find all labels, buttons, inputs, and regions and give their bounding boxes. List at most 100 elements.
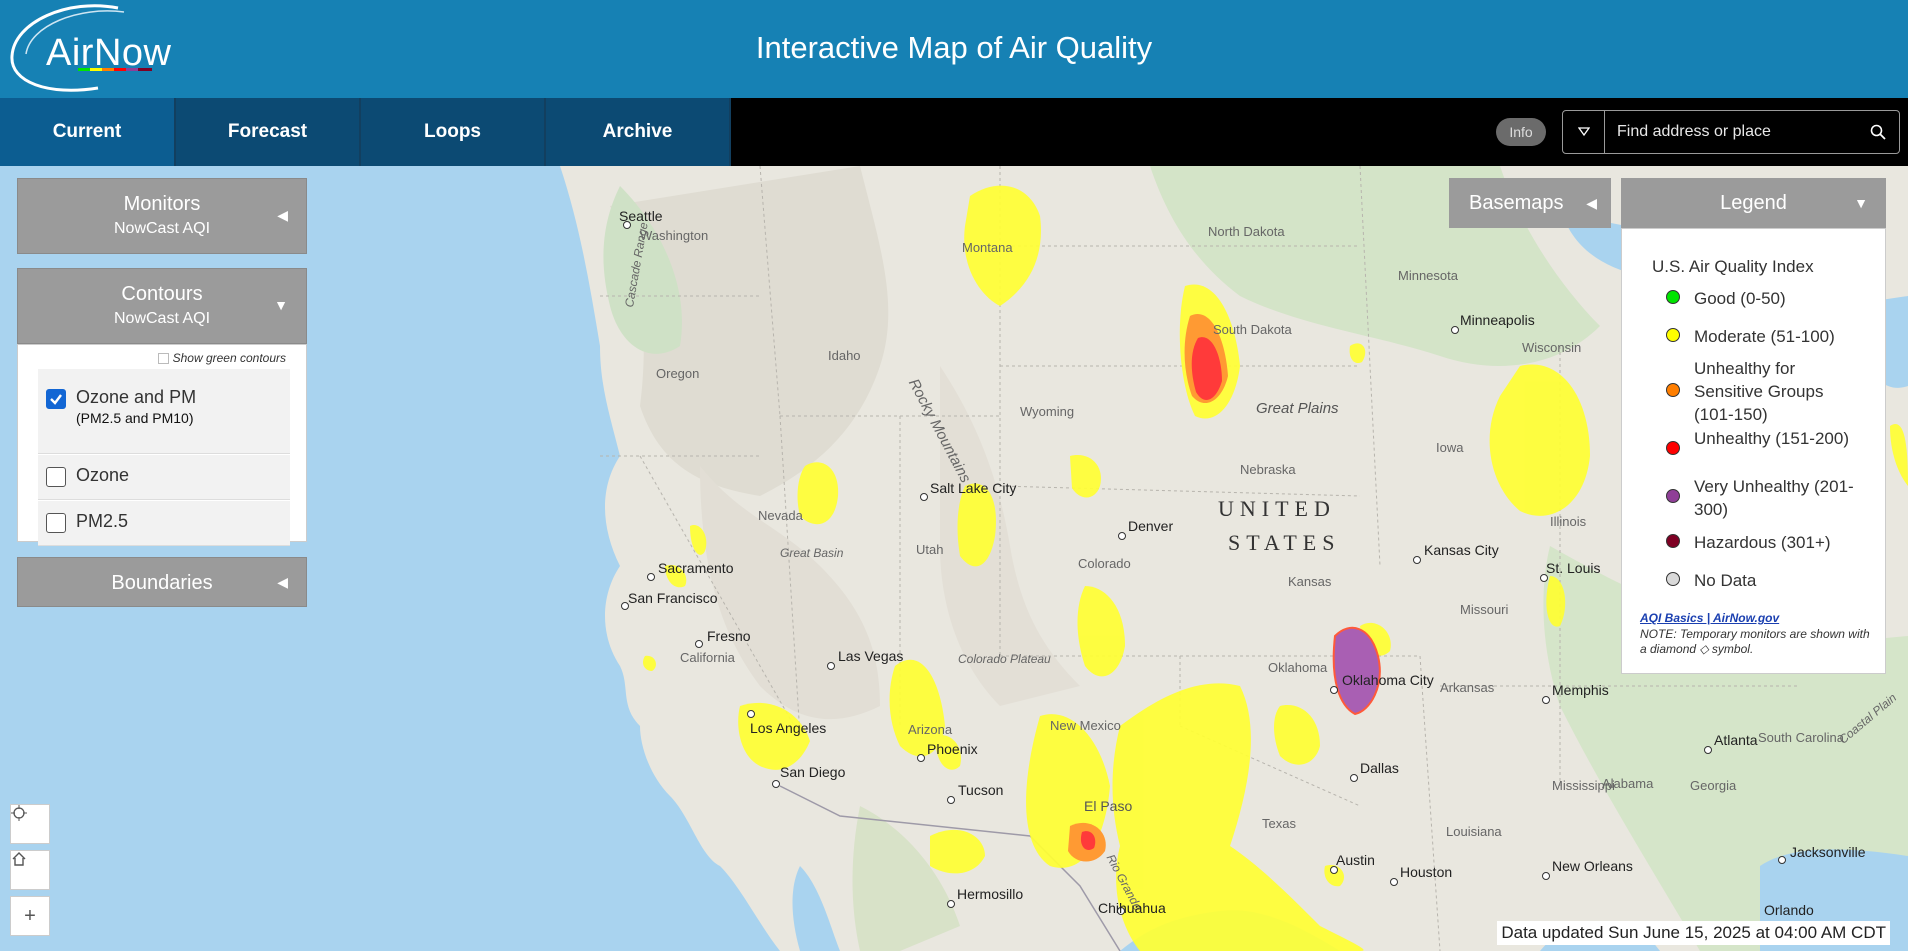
- state-label: New Mexico: [1050, 718, 1121, 733]
- tab-archive[interactable]: Archive: [546, 98, 731, 166]
- legend-swatch: [1666, 534, 1680, 548]
- feature-label: Great Plains: [1256, 400, 1339, 417]
- option-label: Ozone: [76, 465, 130, 485]
- option-label: Ozone and PM: [76, 387, 197, 407]
- triangle-left-icon: ◀: [277, 574, 288, 590]
- city-marker: [827, 662, 835, 670]
- city-label: Dallas: [1360, 760, 1399, 776]
- legend-swatch: [1666, 383, 1680, 397]
- legend-swatch: [1666, 489, 1680, 503]
- country-label-united: UNITED: [1218, 496, 1336, 521]
- locate-button[interactable]: [10, 804, 50, 844]
- option-pm25[interactable]: PM2.5: [38, 501, 290, 546]
- city-label: Los Angeles: [750, 720, 827, 736]
- city-marker: [1413, 556, 1421, 564]
- legend-item-moderate: Moderate (51-100): [1666, 325, 1854, 348]
- show-green-contours-option[interactable]: Show green contours: [157, 351, 286, 365]
- city-label: El Paso: [1084, 798, 1133, 814]
- state-label: Minnesota: [1398, 268, 1458, 283]
- legend-swatch: [1666, 441, 1680, 455]
- ozone-checkbox[interactable]: [46, 467, 66, 487]
- option-sublabel: (PM2.5 and PM10): [76, 410, 194, 426]
- triangle-down-icon: ▼: [274, 297, 288, 313]
- city-label: Phoenix: [927, 741, 978, 757]
- legend-note: NOTE: Temporary monitors are shown with …: [1640, 627, 1870, 656]
- state-label: Kansas: [1288, 574, 1332, 589]
- search-icon: [1870, 124, 1886, 140]
- city-label: Sacramento: [658, 560, 734, 576]
- city-marker: [1118, 532, 1126, 540]
- state-label: Wyoming: [1020, 404, 1075, 419]
- option-ozone[interactable]: Ozone: [38, 455, 290, 500]
- city-marker: [1350, 774, 1358, 782]
- city-marker: [1542, 696, 1550, 704]
- city-label: Tucson: [958, 782, 1004, 798]
- boundaries-title: Boundaries: [111, 572, 213, 594]
- city-marker: [1778, 856, 1786, 864]
- legend-item-hazardous: Hazardous (301+): [1666, 531, 1854, 554]
- state-label: Montana: [962, 240, 1013, 255]
- zoom-in-button[interactable]: +: [10, 896, 50, 936]
- aqi-basics-link[interactable]: AQI Basics | AirNow.gov: [1640, 611, 1779, 625]
- city-label: Denver: [1128, 518, 1174, 534]
- state-label: Arizona: [908, 722, 953, 737]
- state-label: Colorado: [1078, 556, 1131, 571]
- legend-head-label: Legend: [1720, 191, 1787, 214]
- show-green-checkbox[interactable]: [157, 352, 169, 364]
- state-label: California: [680, 650, 735, 665]
- caret-down-icon: [1577, 127, 1590, 137]
- city-label: Houston: [1400, 864, 1453, 880]
- city-label: New Orleans: [1552, 858, 1633, 874]
- city-label: Hermosillo: [957, 886, 1024, 902]
- monitors-title: Monitors: [123, 193, 201, 215]
- city-label: Las Vegas: [838, 648, 904, 664]
- city-label: Memphis: [1552, 682, 1609, 698]
- tab-forecast[interactable]: Forecast: [176, 98, 361, 166]
- tab-loops[interactable]: Loops: [361, 98, 546, 166]
- contours-panel-header[interactable]: Contours NowCast AQI ▼: [17, 268, 307, 344]
- basemaps-panel-header[interactable]: Basemaps ◀: [1449, 178, 1611, 228]
- city-label: Fresno: [707, 628, 751, 644]
- info-button[interactable]: Info: [1496, 118, 1546, 146]
- state-label: Nevada: [758, 508, 803, 523]
- monitors-panel-header[interactable]: Monitors NowCast AQI ◀: [17, 178, 307, 254]
- page-title: Interactive Map of Air Quality: [755, 30, 1153, 65]
- search-source-dropdown[interactable]: [1563, 111, 1605, 153]
- state-label: North Dakota: [1208, 224, 1285, 239]
- search-button[interactable]: [1857, 111, 1899, 153]
- city-label: Salt Lake City: [930, 480, 1017, 496]
- legend-panel-header[interactable]: Legend ▼: [1621, 178, 1886, 228]
- contours-panel-body: Show green contours Ozone and PM (PM2.5 …: [17, 344, 307, 546]
- header-bar: AirNow Interactive Map of Air Quality: [0, 0, 1908, 98]
- contours-title: Contours: [121, 283, 203, 305]
- state-label: Wisconsin: [1522, 340, 1582, 355]
- state-label: Texas: [1262, 816, 1296, 831]
- city-marker: [1451, 326, 1459, 334]
- legend-label: No Data: [1694, 571, 1757, 590]
- search-box: [1562, 110, 1900, 154]
- state-label: South Dakota: [1213, 322, 1292, 337]
- city-marker: [1390, 878, 1398, 886]
- boundaries-panel-header[interactable]: Boundaries ◀: [17, 557, 307, 607]
- triangle-left-icon: ◀: [1586, 194, 1597, 211]
- city-marker: [947, 900, 955, 908]
- legend-item-very-unhealthy: Very Unhealthy (201-300): [1666, 475, 1854, 521]
- pm25-checkbox[interactable]: [46, 513, 66, 533]
- state-label: Utah: [916, 542, 944, 557]
- legend-item-good: Good (0-50): [1666, 287, 1854, 310]
- state-label: South Carolina: [1758, 730, 1844, 745]
- legend-label: Unhealthy for Sensitive Groups (101-150): [1694, 359, 1824, 424]
- feature-label: Great Basin: [780, 546, 844, 560]
- city-label: Oklahoma City: [1342, 672, 1434, 688]
- legend-swatch: [1666, 328, 1680, 342]
- ozone-pm-checkbox[interactable]: [46, 389, 66, 409]
- option-ozone-and-pm[interactable]: Ozone and PM (PM2.5 and PM10): [38, 369, 290, 454]
- legend-swatch: [1666, 572, 1680, 586]
- tab-current[interactable]: Current: [0, 98, 176, 166]
- monitors-subtitle: NowCast AQI: [113, 220, 211, 237]
- search-input[interactable]: [1605, 112, 1857, 152]
- state-label: Missouri: [1460, 602, 1509, 617]
- home-button[interactable]: [10, 850, 50, 890]
- nav-bar: Current Forecast Loops Archive Info: [0, 98, 1908, 166]
- city-marker: [747, 710, 755, 718]
